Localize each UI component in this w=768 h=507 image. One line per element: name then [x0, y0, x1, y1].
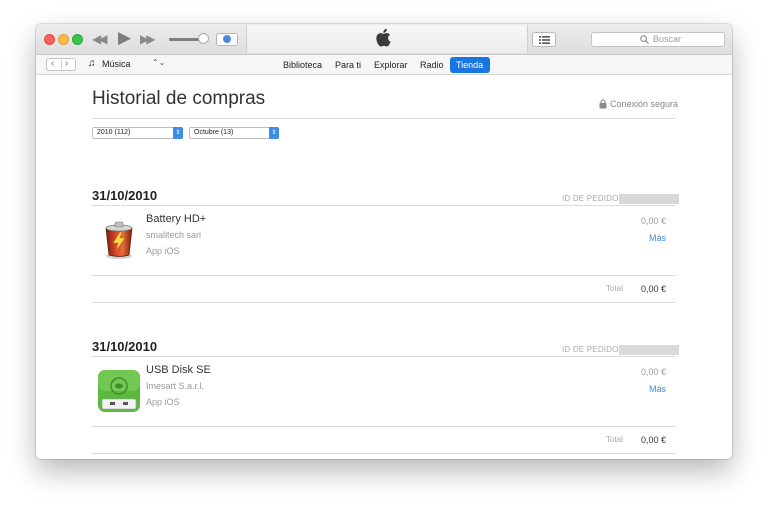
search-placeholder: Buscar: [653, 34, 682, 44]
search-field[interactable]: Buscar: [591, 32, 725, 47]
title-bar: ◀◀ ▶ ▶▶ Buscar: [36, 24, 732, 55]
total-value: 0,00 €: [640, 435, 666, 445]
order-block: 31/10/2010 ID DE PEDIDO Battery HD+ smal…: [36, 188, 732, 318]
airplay-icon: [223, 35, 231, 43]
year-filter-value: 2010 (112): [97, 129, 131, 136]
page-title: Historial de compras: [92, 88, 266, 109]
rewind-icon[interactable]: ◀◀: [92, 32, 108, 46]
app-name[interactable]: USB Disk SE: [146, 364, 211, 376]
usb-disk-app-icon[interactable]: [98, 370, 140, 412]
media-type-label: Música: [102, 59, 131, 69]
app-developer: Imesart S.a.r.l.: [146, 381, 205, 391]
order-divider: [92, 453, 675, 454]
order-date: 31/10/2010: [92, 339, 158, 354]
tab-explorar[interactable]: Explorar: [368, 57, 414, 73]
order-id-redacted: [619, 194, 679, 204]
fast-forward-icon[interactable]: ▶▶: [140, 32, 156, 46]
order-id-label: ID DE PEDIDO: [562, 194, 619, 203]
title-divider: [92, 118, 675, 119]
order-id-label: ID DE PEDIDO: [562, 345, 619, 354]
month-filter-value: Octubre (13): [194, 129, 234, 136]
apple-logo-icon: [376, 28, 391, 47]
more-link[interactable]: Más: [649, 384, 666, 394]
more-link[interactable]: Más: [649, 233, 666, 243]
zoom-window-button[interactable]: [72, 34, 83, 45]
tab-para-ti[interactable]: Para ti: [329, 57, 367, 73]
select-stepper-icon: ⇕: [269, 127, 279, 139]
forward-arrow-icon[interactable]: ›: [65, 58, 68, 69]
music-note-icon: ♫: [88, 58, 96, 69]
tab-radio[interactable]: Radio: [414, 57, 450, 73]
play-icon[interactable]: ▶: [118, 28, 131, 48]
navigation-bar: ‹ › ♫ Música ⌃⌄ Biblioteca Para ti Explo…: [36, 55, 732, 75]
airplay-button[interactable]: [216, 33, 238, 46]
total-label: Total: [606, 435, 623, 444]
order-block: 31/10/2010 ID DE PEDIDO USB Disk SE Imes…: [36, 339, 732, 459]
back-arrow-icon[interactable]: ‹: [51, 58, 54, 69]
order-divider: [92, 302, 675, 303]
back-forward-buttons: ‹ ›: [46, 58, 76, 71]
app-name[interactable]: Battery HD+: [146, 213, 206, 225]
order-id-redacted: [619, 345, 679, 355]
tab-biblioteca[interactable]: Biblioteca: [277, 57, 328, 73]
order-divider: [92, 275, 675, 276]
month-filter-select[interactable]: Octubre (13) ⇕: [189, 127, 279, 139]
volume-slider-knob[interactable]: [198, 33, 209, 44]
up-next-button[interactable]: [532, 32, 556, 47]
order-divider: [92, 356, 675, 357]
lock-icon: [599, 99, 607, 109]
status-display: [246, 25, 528, 53]
purchase-history-page: Historial de compras Conexión segura 201…: [36, 75, 732, 459]
order-divider: [92, 426, 675, 427]
item-price: 0,00 €: [640, 367, 666, 377]
updown-caret-icon: ⌃⌄: [152, 58, 166, 67]
year-filter-select[interactable]: 2010 (112) ⇕: [92, 127, 183, 139]
close-window-button[interactable]: [44, 34, 55, 45]
total-value: 0,00 €: [640, 284, 666, 294]
app-type: App iOS: [146, 397, 180, 407]
order-divider: [92, 205, 675, 206]
tab-tienda[interactable]: Tienda: [450, 57, 490, 73]
search-icon: [640, 35, 649, 44]
secure-connection-text: Conexión segura: [610, 99, 679, 109]
order-date: 31/10/2010: [92, 188, 158, 203]
battery-hd-app-icon[interactable]: [98, 219, 140, 261]
select-stepper-icon: ⇕: [173, 127, 183, 139]
item-price: 0,00 €: [640, 216, 666, 226]
list-icon: [539, 36, 550, 44]
itunes-window: ◀◀ ▶ ▶▶ Buscar ‹ › ♫ Música ⌃⌄ Bibliotec…: [36, 24, 732, 459]
app-type: App iOS: [146, 246, 180, 256]
minimize-window-button[interactable]: [58, 34, 69, 45]
total-label: Total: [606, 284, 623, 293]
nav-divider: [61, 60, 62, 69]
app-developer: smalltech sarl: [146, 230, 202, 240]
